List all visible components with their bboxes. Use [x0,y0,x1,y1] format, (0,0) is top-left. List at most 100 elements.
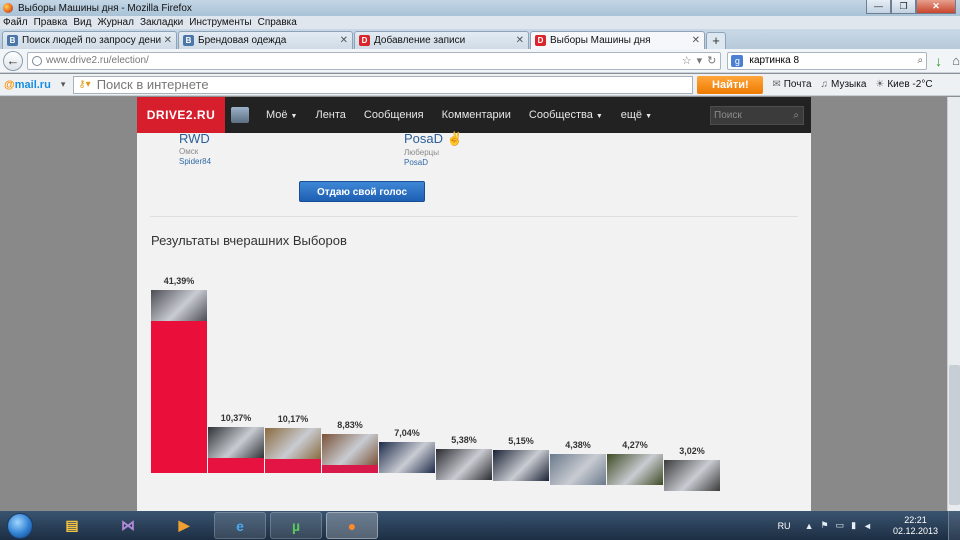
tab-close-icon[interactable]: ✕ [340,35,348,46]
scrollbar[interactable] [947,97,960,511]
result-bar[interactable]: 4,27% [607,440,663,486]
car-photo-thumbnail[interactable] [664,459,720,491]
car-photo-thumbnail[interactable] [208,427,264,459]
arrow-up-icon[interactable]: ▲ [805,521,814,531]
result-bar[interactable]: 8,83% [322,420,378,473]
tab-label: Поиск людей по запросу денис сол... [22,35,161,46]
result-bar[interactable]: 41,39% [151,276,207,473]
car-photo-thumbnail[interactable] [322,434,378,466]
menu-help[interactable]: Справка [258,17,297,28]
avatar[interactable] [231,107,249,123]
media-player-icon[interactable]: ▶ [158,512,210,539]
window-titlebar[interactable]: Выборы Машины дня - Mozilla Firefox — ❐ … [0,0,960,16]
volume-icon[interactable]: ◄ [863,521,872,531]
chevron-down-icon[interactable]: ▾ [61,79,66,90]
tab-close-icon[interactable]: ✕ [516,35,524,46]
nav-my[interactable]: Моё ▼ [266,109,297,121]
search-box[interactable]: g картинка 8 ⌕ [727,51,928,70]
navigation-bar: ← www.drive2.ru/election/ ☆ ▾ ↻ g картин… [0,49,960,73]
new-tab-button[interactable]: + [706,32,726,49]
car-photo-thumbnail[interactable] [151,290,207,322]
weather-link[interactable]: ☀ Киев -2°С [875,79,932,90]
car-photo-thumbnail[interactable] [607,454,663,486]
candidate-rwd[interactable]: RWD Омск Spider84 [179,131,211,166]
folder-icon[interactable]: ▤ [46,512,98,539]
site-search-input[interactable]: Поиск ⌕ [710,106,804,125]
start-button[interactable] [7,512,33,539]
tab-car-of-day-election[interactable]: D Выборы Машины дня ✕ [530,31,705,49]
menu-edit[interactable]: Правка [34,17,68,28]
tab-close-icon[interactable]: ✕ [164,35,172,46]
nav-more[interactable]: ещё ▼ [621,109,652,121]
result-bar[interactable]: 5,15% [493,436,549,482]
tab-brand-clothing[interactable]: В Брендовая одежда ✕ [178,31,353,49]
music-link[interactable]: ♫ Музыка [821,79,867,90]
car-photo-thumbnail[interactable] [265,428,321,460]
network-icon[interactable]: ▮ [851,520,856,531]
find-button[interactable]: Найти! [697,75,764,94]
window-title: Выборы Машины дня - Mozilla Firefox [18,2,192,14]
scrollbar-thumb[interactable] [949,365,960,505]
mailru-logo[interactable]: @mail.ru [4,79,51,91]
music-icon: ♫ [820,79,829,90]
tab-add-post[interactable]: D Добавление записи ✕ [354,31,529,49]
candidate-name[interactable]: RWD [179,131,211,146]
visual-studio-icon[interactable]: ⋈ [102,512,154,539]
car-photo-thumbnail[interactable] [436,449,492,481]
menu-tools[interactable]: Инструменты [189,17,251,28]
result-bar[interactable]: 7,04% [379,428,435,473]
flag-icon[interactable]: ⚑ [820,520,828,531]
minimize-button[interactable]: — [866,0,891,14]
car-photo-thumbnail[interactable] [550,453,606,485]
google-icon[interactable]: g [731,54,744,67]
drive2-logo[interactable]: DRIVE2.RU [137,97,225,133]
search-icon[interactable]: ⌕ [918,55,924,66]
tab-people-search[interactable]: В Поиск людей по запросу денис сол... ✕ [2,31,177,49]
mail-link[interactable]: ✉ Почта [772,79,811,90]
drive2-icon: D [359,35,370,46]
result-bar[interactable]: 4,38% [550,440,606,485]
close-button[interactable]: ✕ [916,0,956,14]
home-icon[interactable]: ⌂ [952,53,960,68]
search-icon[interactable]: ⌕ [793,107,799,124]
car-photo-thumbnail[interactable] [379,441,435,473]
address-bar[interactable]: www.drive2.ru/election/ ☆ ▾ ↻ [26,51,722,70]
show-desktop-button[interactable] [948,511,960,540]
history-dropdown-icon[interactable]: ▾ [697,54,703,67]
download-icon[interactable]: ↓ [935,53,942,69]
candidate-name[interactable]: PosaD ✌ [404,131,463,147]
nav-comments[interactable]: Комментарии [442,109,511,121]
utorrent-icon[interactable]: µ [270,512,322,539]
result-percent: 7,04% [394,427,420,438]
clock[interactable]: 22:21 02.12.2013 [893,515,938,537]
nav-communities[interactable]: Сообщества ▼ [529,109,603,121]
result-bar[interactable]: 10,37% [208,413,264,473]
result-bar[interactable]: 10,17% [265,414,321,473]
firefox-taskbar-icon[interactable]: ● [326,512,378,539]
candidate-user[interactable]: PosaD [404,158,463,167]
caret-down-icon: ▼ [595,113,603,120]
menu-history[interactable]: Журнал [97,17,134,28]
menu-file[interactable]: Файл [3,17,28,28]
result-percent: 3,02% [679,445,705,456]
tab-close-icon[interactable]: ✕ [692,35,700,46]
language-indicator[interactable]: RU [778,521,791,531]
result-bar[interactable]: 5,38% [436,435,492,481]
result-percent: 5,38% [451,435,477,446]
menu-view[interactable]: Вид [73,17,91,28]
mailru-search-input[interactable]: ⚷▾ Поиск в интернете [73,75,694,94]
internet-explorer-icon[interactable]: e [214,512,266,539]
nav-messages[interactable]: Сообщения [364,109,424,121]
maximize-button[interactable]: ❐ [891,0,916,14]
menu-bookmarks[interactable]: Закладки [140,17,183,28]
reload-icon[interactable]: ↻ [707,54,716,67]
result-bar[interactable]: 3,02% [664,445,720,491]
monitor-icon[interactable]: ▭ [836,520,845,531]
nav-feed[interactable]: Лента [315,109,345,121]
candidate-user[interactable]: Spider84 [179,157,211,166]
bookmark-star-icon[interactable]: ☆ [682,54,692,67]
vote-button[interactable]: Отдаю свой голос [299,181,425,202]
candidate-posad[interactable]: PosaD ✌ Люберцы PosaD [404,131,463,167]
car-photo-thumbnail[interactable] [493,450,549,482]
back-button[interactable]: ← [3,50,23,71]
